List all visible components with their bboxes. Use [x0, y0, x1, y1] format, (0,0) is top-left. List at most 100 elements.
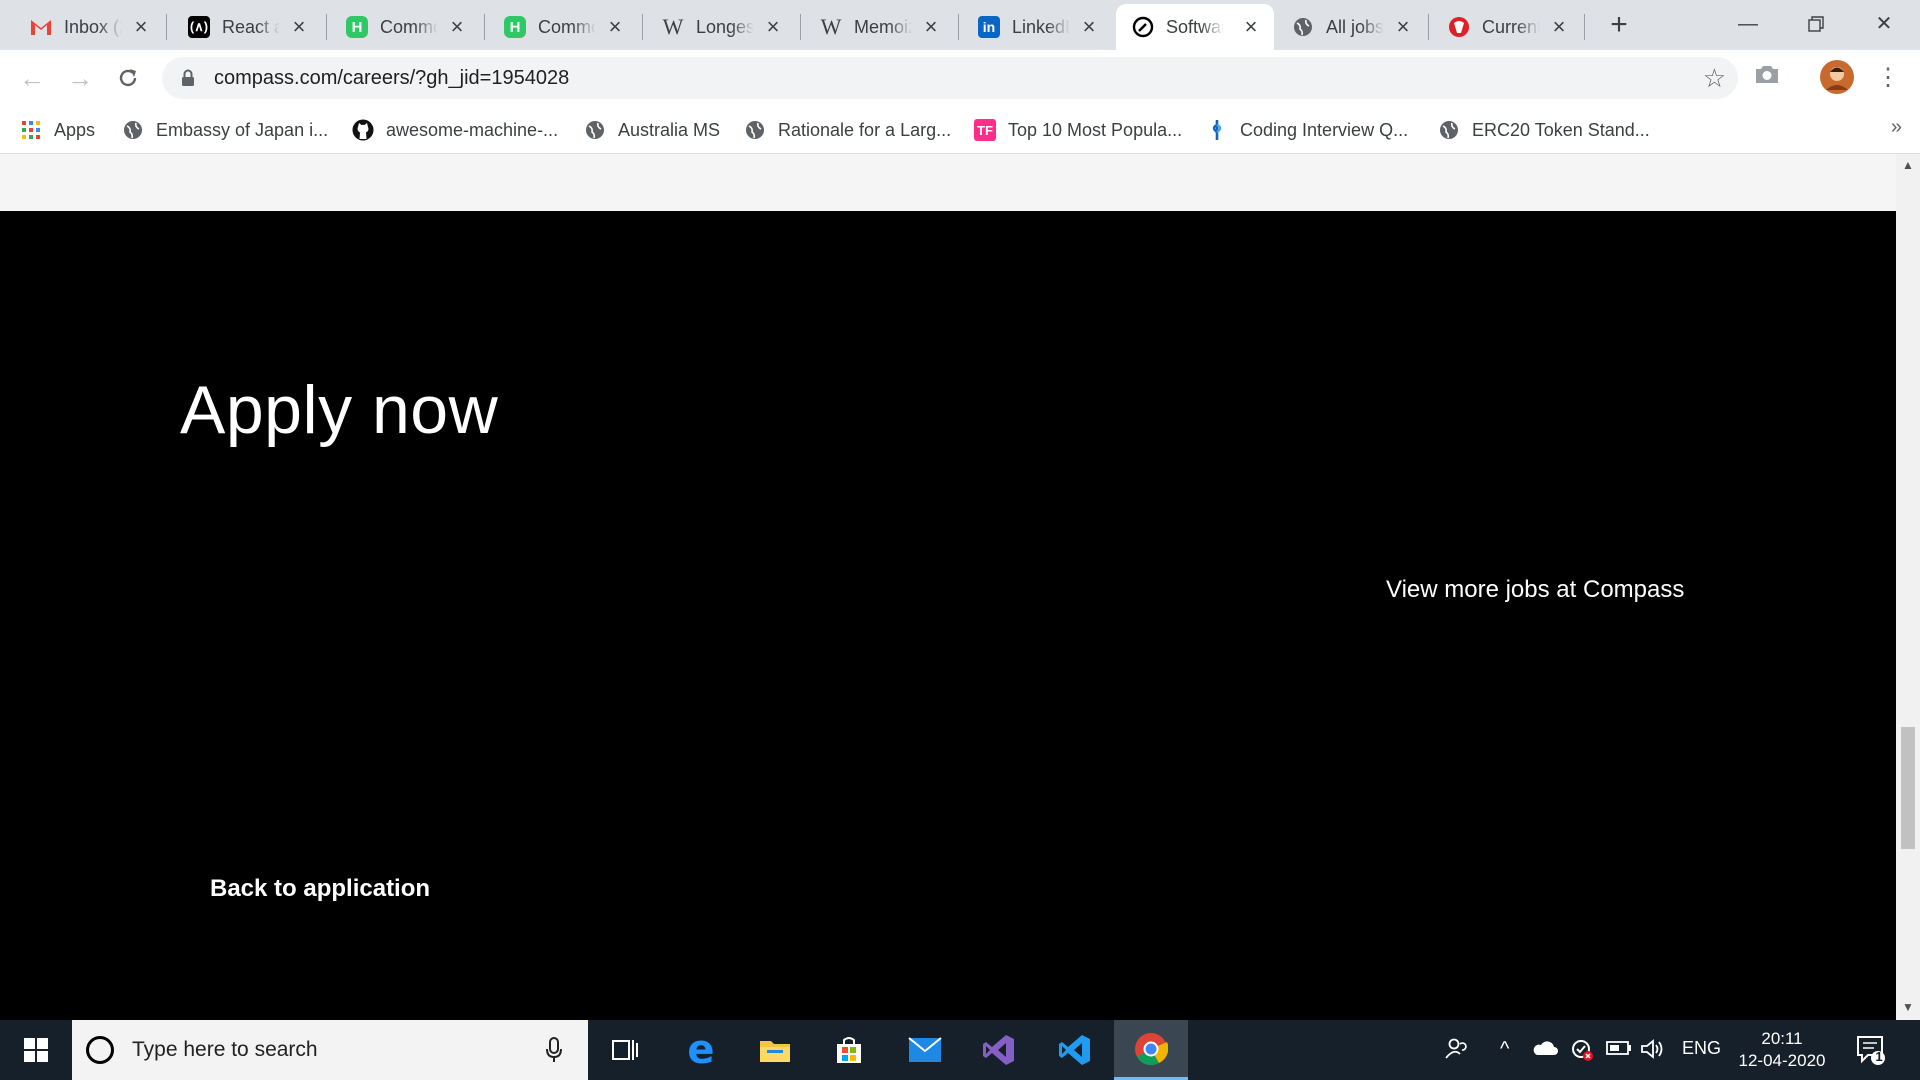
restore-button[interactable] [1796, 6, 1836, 42]
bookmark-top-10[interactable]: TF Top 10 Most Popula... [974, 116, 1182, 144]
tab-longest[interactable]: W Longest × [646, 4, 796, 50]
close-window-button[interactable]: ✕ [1864, 6, 1904, 42]
tab-separator [484, 14, 485, 40]
close-icon[interactable]: × [604, 16, 626, 38]
minimize-button[interactable]: ― [1728, 6, 1768, 42]
tab-separator [1428, 14, 1429, 40]
bookmark-awesome-ml[interactable]: awesome-machine-... [352, 116, 558, 144]
tab-separator [1584, 14, 1585, 40]
cortana-icon [86, 1036, 114, 1064]
bookmark-rationale[interactable]: Rationale for a Larg... [744, 116, 951, 144]
globe-icon [584, 119, 606, 141]
file-explorer-icon[interactable] [738, 1020, 812, 1080]
tab-current[interactable]: Current × [1432, 4, 1582, 50]
people-icon[interactable] [1444, 1036, 1470, 1067]
tab-title: Inbox (2 [64, 16, 122, 37]
onedrive-cloud-icon[interactable] [1532, 1040, 1558, 1061]
bookmark-label: Coding Interview Q... [1240, 119, 1409, 140]
vertical-scrollbar[interactable]: ▲ ▼ [1896, 154, 1920, 1020]
chevron-up-icon[interactable]: ^ [1500, 1038, 1509, 1061]
windows-logo-icon [24, 1038, 48, 1062]
bookmark-erc20[interactable]: ERC20 Token Stand... [1438, 116, 1650, 144]
tab-react[interactable]: (∧) React a × [172, 4, 322, 50]
tab-common-1[interactable]: H Commo × [330, 4, 480, 50]
scroll-up-arrow-icon[interactable]: ▲ [1896, 158, 1920, 174]
view-more-jobs-link[interactable]: View more jobs at Compass [1386, 576, 1684, 604]
globe-icon [1438, 119, 1460, 141]
bookmark-label: Embassy of Japan i... [156, 119, 329, 140]
bookmark-coding-interview[interactable]: Coding Interview Q... [1206, 116, 1408, 144]
close-icon[interactable]: × [1078, 16, 1100, 38]
scroll-thumb[interactable] [1901, 727, 1915, 849]
tab-title: Current [1482, 16, 1540, 37]
battery-icon[interactable] [1606, 1040, 1632, 1061]
tab-title: LinkedI [1012, 16, 1070, 37]
tab-title: React a [222, 16, 280, 37]
tab-memoiz[interactable]: W Memoiz × [804, 4, 954, 50]
browser-toolbar: ← → compass.com/careers/?gh_jid=1954028 … [0, 50, 1920, 106]
tab-inbox[interactable]: Inbox (2 × [14, 4, 164, 50]
avatar[interactable] [1820, 60, 1854, 94]
mail-icon[interactable] [888, 1020, 962, 1080]
action-center-icon[interactable]: 1 [1856, 1034, 1886, 1071]
vscode-icon[interactable] [1038, 1020, 1112, 1080]
tab-separator [642, 14, 643, 40]
react-icon: (∧) [188, 16, 210, 38]
bookmark-icon [1206, 119, 1228, 141]
bookmark-label: ERC20 Token Stand... [1472, 119, 1650, 140]
language-indicator[interactable]: ENG [1682, 1038, 1721, 1059]
address-bar[interactable]: compass.com/careers/?gh_jid=1954028 ☆ [162, 57, 1738, 99]
close-icon[interactable]: × [1240, 16, 1262, 38]
reload-icon[interactable] [112, 62, 144, 94]
chevron-double-right-icon[interactable]: » [1891, 116, 1902, 139]
back-arrow-icon[interactable]: ← [16, 62, 48, 94]
tf-icon: TF [974, 119, 996, 141]
star-icon[interactable]: ☆ [1703, 63, 1726, 94]
globe-icon [744, 119, 766, 141]
back-to-application-link[interactable]: Back to application [210, 875, 430, 903]
clock-time: 20:11 [1761, 1029, 1803, 1048]
close-icon[interactable]: × [288, 16, 310, 38]
tab-all-jobs[interactable]: All jobs × [1276, 4, 1426, 50]
forward-arrow-icon[interactable]: → [64, 62, 96, 94]
windows-taskbar: Type here to search e ^ ENG 20:11 12-04-… [0, 1020, 1920, 1080]
new-tab-button[interactable]: + [1604, 10, 1634, 40]
light-section-strip [0, 154, 1896, 211]
volume-icon[interactable] [1640, 1038, 1664, 1065]
close-icon[interactable]: × [446, 16, 468, 38]
wikipedia-icon: W [820, 14, 842, 39]
windows-start-button[interactable] [0, 1020, 72, 1080]
taskbar-clock[interactable]: 20:11 12-04-2020 [1732, 1028, 1832, 1072]
tab-title: Memoiz [854, 16, 912, 37]
camera-icon[interactable] [1754, 62, 1788, 96]
taskbar-search-box[interactable]: Type here to search [72, 1020, 588, 1080]
task-view-icon[interactable] [588, 1020, 662, 1080]
hackerrank-icon: H [504, 16, 526, 38]
scroll-down-arrow-icon[interactable]: ▼ [1896, 1000, 1920, 1016]
visual-studio-icon[interactable] [962, 1020, 1036, 1080]
red-logo-icon [1448, 16, 1470, 38]
menu-kebab-icon[interactable]: ⋮ [1872, 62, 1904, 94]
close-icon[interactable]: × [130, 16, 152, 38]
tab-common-2[interactable]: H Commo × [488, 4, 638, 50]
compass-icon [1132, 16, 1154, 38]
tab-software-active[interactable]: Softwar × [1116, 4, 1274, 50]
microsoft-store-icon[interactable] [812, 1020, 886, 1080]
close-icon[interactable]: × [762, 16, 784, 38]
bookmark-australia-ms[interactable]: Australia MS [584, 116, 720, 144]
apps-grid-icon [20, 119, 42, 141]
close-icon[interactable]: × [1392, 16, 1414, 38]
chrome-icon[interactable] [1114, 1020, 1188, 1080]
gmail-icon [30, 16, 52, 38]
tab-title: Commo [380, 16, 438, 37]
security-shield-icon[interactable] [1570, 1038, 1594, 1067]
edge-icon[interactable]: e [664, 1020, 738, 1080]
bookmark-apps[interactable]: Apps [20, 116, 95, 144]
bookmark-embassy[interactable]: Embassy of Japan i... [122, 116, 328, 144]
close-icon[interactable]: × [1548, 16, 1570, 38]
tab-title: Commo [538, 16, 596, 37]
tab-linkedin[interactable]: in LinkedI × [962, 4, 1112, 50]
linkedin-icon: in [978, 16, 1000, 38]
microphone-icon[interactable] [544, 1036, 564, 1069]
close-icon[interactable]: × [920, 16, 942, 38]
